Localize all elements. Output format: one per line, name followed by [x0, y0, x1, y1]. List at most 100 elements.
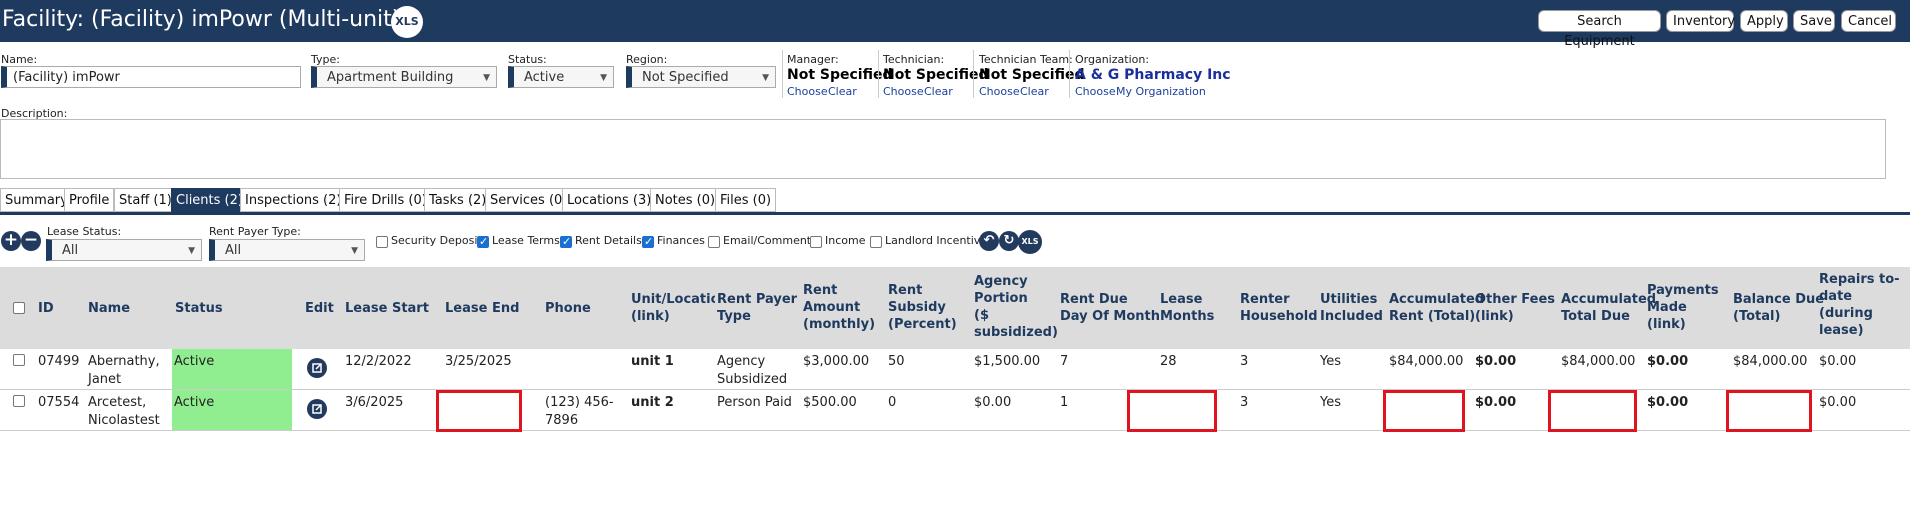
xls-export-icon[interactable]: XLS	[391, 6, 423, 38]
header-name[interactable]: Name	[88, 300, 130, 317]
manager-clear-link[interactable]: Clear	[828, 85, 857, 98]
organization-choose-link[interactable]: Choose	[1075, 85, 1116, 98]
tab-staff[interactable]: Staff (1)	[114, 188, 177, 212]
inventory-button[interactable]: Inventory	[1666, 10, 1735, 32]
technician-choose-link[interactable]: Choose	[883, 85, 924, 98]
landlord-incentive-checkbox[interactable]	[870, 236, 882, 248]
technician-label: Technician:	[883, 53, 945, 66]
apply-button[interactable]: Apply	[1740, 10, 1788, 32]
select-all-checkbox[interactable]	[13, 302, 25, 314]
header-repairs-to-date[interactable]: Repairs to- date (during lease)	[1819, 271, 1900, 339]
cancel-button[interactable]: Cancel	[1841, 10, 1896, 32]
header-phone[interactable]: Phone	[545, 300, 591, 317]
cell-accumulated-total: $84,000.00	[1561, 354, 1636, 369]
region-select-value: Not Specified	[642, 70, 729, 85]
tab-tasks[interactable]: Tasks (2)	[424, 188, 492, 212]
undo-icon[interactable]: ↶	[979, 231, 999, 251]
email-comment-checkbox[interactable]	[708, 236, 720, 248]
xls-export-icon[interactable]: XLS	[1018, 230, 1042, 254]
table-row[interactable]: 07499 Abernathy, Janet Active 12/2/2022 …	[0, 349, 1910, 390]
header-accumulated-total-due[interactable]: Accumulated Total Due	[1561, 291, 1656, 325]
tab-services[interactable]: Services (0)	[485, 188, 573, 212]
remove-icon[interactable]: −	[21, 231, 41, 251]
tab-profile[interactable]: Profile	[64, 188, 115, 212]
row-checkbox[interactable]	[13, 395, 25, 407]
header-other-fees[interactable]: Other Fees (link)	[1475, 291, 1555, 325]
header-rent-due-day[interactable]: Rent Due Day Of Month	[1060, 291, 1160, 325]
cell-other-fees-link[interactable]: $0.00	[1475, 394, 1516, 412]
header-rent-subsidy[interactable]: Rent Subsidy (Percent)	[888, 282, 957, 333]
manager-choose-link[interactable]: Choose	[787, 85, 828, 98]
header-lease-months[interactable]: Lease Months	[1160, 291, 1214, 325]
manager-value: Not Specified	[787, 67, 893, 83]
header-id[interactable]: ID	[38, 300, 54, 317]
header-lease-end[interactable]: Lease End	[445, 300, 519, 317]
header-accumulated-rent[interactable]: Accumulated Rent (Total)	[1389, 291, 1484, 325]
header-agency-portion[interactable]: Agency Portion ($ subsidized)	[974, 273, 1058, 341]
rent-payer-select[interactable]: All ▼	[209, 239, 365, 261]
security-deposit-checkbox[interactable]	[376, 236, 388, 248]
cell-lease-end: 3/25/2025	[445, 354, 512, 369]
header-payments-made[interactable]: Payments Made (link)	[1647, 282, 1719, 333]
cell-accumulated-rent: $84,000.00	[1389, 354, 1464, 369]
cell-status: Active	[174, 395, 215, 410]
cell-other-fees-link[interactable]: $0.00	[1475, 353, 1516, 371]
divider	[782, 50, 783, 98]
organization-value[interactable]: A & G Pharmacy Inc	[1075, 67, 1231, 83]
cell-unit-link[interactable]: unit 2	[631, 394, 674, 412]
cell-name[interactable]: Abernathy, Janet	[88, 353, 160, 389]
header-lease-start[interactable]: Lease Start	[345, 300, 429, 317]
status-select[interactable]: Active ▼	[508, 66, 614, 88]
status-label: Status:	[508, 53, 547, 66]
tab-fire-drills[interactable]: Fire Drills (0)	[339, 188, 432, 212]
cell-name[interactable]: Arcetest, Nicolastest	[88, 394, 160, 430]
cell-lease-start: 3/6/2025	[345, 395, 404, 410]
refresh-icon[interactable]: ↻	[999, 231, 1019, 251]
tab-locations[interactable]: Locations (3)	[562, 188, 657, 212]
finances-checkbox[interactable]	[642, 235, 654, 248]
description-field[interactable]	[0, 119, 1886, 179]
techteam-choose-link[interactable]: Choose	[979, 85, 1020, 98]
save-button[interactable]: Save	[1793, 10, 1835, 32]
table-row[interactable]: 07554 Arcetest, Nicolastest Active 3/6/2…	[0, 390, 1910, 432]
cell-payments-made-link[interactable]: $0.00	[1647, 394, 1688, 412]
search-equipment-button[interactable]: Search Equipment	[1538, 10, 1661, 49]
tab-summary[interactable]: Summary	[0, 188, 73, 212]
tab-notes[interactable]: Notes (0)	[650, 188, 721, 212]
technician-clear-link[interactable]: Clear	[924, 85, 953, 98]
cell-phone: (123) 456- 7896	[545, 395, 614, 428]
header-edit: Edit	[305, 301, 334, 316]
header-rent-payer-type[interactable]: Rent Payer Type	[717, 291, 797, 325]
header-status[interactable]: Status	[175, 300, 223, 317]
type-select[interactable]: Apartment Building ▼	[311, 66, 497, 88]
divider	[973, 50, 974, 98]
add-icon[interactable]: +	[1, 231, 21, 251]
tab-files[interactable]: Files (0)	[715, 188, 777, 212]
lease-status-select[interactable]: All ▼	[46, 239, 202, 261]
cell-repairs: $0.00	[1819, 395, 1857, 410]
header-utilities-included[interactable]: Utilities Included	[1320, 291, 1383, 325]
name-field[interactable]: (Facility) imPowr	[1, 66, 301, 88]
row-checkbox[interactable]	[13, 354, 25, 366]
cell-payments-made-link[interactable]: $0.00	[1647, 353, 1688, 371]
header-unit-location[interactable]: Unit/Location (link)	[631, 291, 715, 325]
lease-terms-checkbox[interactable]	[477, 235, 489, 248]
edit-icon[interactable]	[307, 358, 327, 378]
header-rent-amount[interactable]: Rent Amount (monthly)	[803, 282, 875, 333]
tab-inspections[interactable]: Inspections (2)	[240, 188, 347, 212]
techteam-clear-link[interactable]: Clear	[1020, 85, 1049, 98]
cell-unit-link[interactable]: unit 1	[631, 353, 674, 371]
edit-icon[interactable]	[307, 399, 327, 419]
income-checkbox[interactable]	[810, 236, 822, 248]
tab-clients[interactable]: Clients (2)	[171, 188, 248, 212]
region-select[interactable]: Not Specified ▼	[626, 66, 776, 88]
highlight-box	[436, 390, 522, 432]
divider	[1069, 50, 1070, 98]
header-balance-due[interactable]: Balance Due (Total)	[1733, 291, 1824, 325]
rent-details-checkbox[interactable]	[560, 235, 572, 248]
header-renter-household[interactable]: Renter Household	[1240, 291, 1318, 325]
highlight-box	[1127, 390, 1217, 432]
cell-rent-amount: $500.00	[803, 395, 857, 410]
my-organization-link[interactable]: My Organization	[1116, 85, 1206, 98]
cell-rent-payer: Agency Subsidized	[717, 354, 788, 387]
